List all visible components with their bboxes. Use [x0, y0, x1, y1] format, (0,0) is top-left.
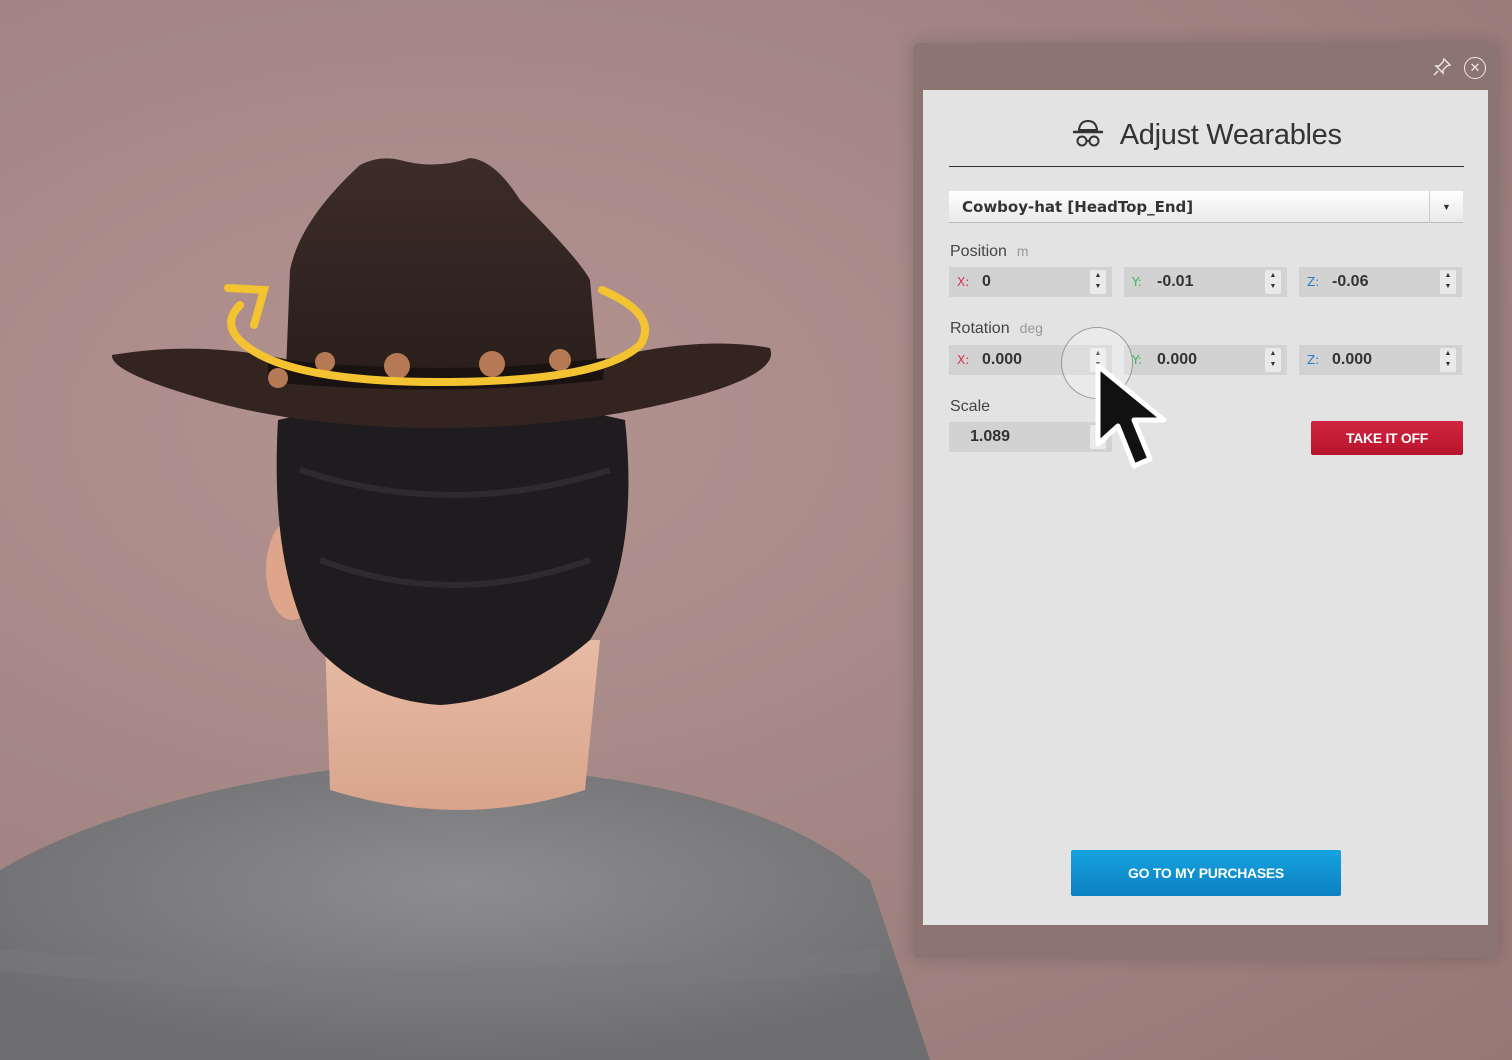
- scale-value[interactable]: 1.089: [970, 428, 1010, 446]
- position-y-value[interactable]: -0.01: [1157, 273, 1193, 291]
- hat-crown: [286, 158, 598, 380]
- rotation-label: Rotation deg: [950, 320, 1043, 337]
- scale-label: Scale: [950, 398, 991, 415]
- y-axis-label: Y:: [1132, 275, 1142, 289]
- rotation-x-value[interactable]: 0.000: [982, 351, 1022, 369]
- position-y-spinner[interactable]: ▲ ▼: [1265, 270, 1281, 294]
- rotation-z-field[interactable]: Z: 0.000 ▲ ▼: [1299, 345, 1462, 375]
- position-label: Position m: [950, 243, 1029, 260]
- x-axis-label: X:: [957, 275, 970, 289]
- position-z-field[interactable]: Z: -0.06 ▲ ▼: [1299, 267, 1462, 297]
- close-icon[interactable]: ✕: [1464, 57, 1486, 79]
- wearable-select[interactable]: Cowboy-hat [HeadTop_End] ▼: [949, 191, 1463, 223]
- caret-down-icon[interactable]: ▼: [1429, 191, 1463, 223]
- panel-header: Adjust Wearables: [949, 118, 1464, 167]
- rotation-z-spinner[interactable]: ▲ ▼: [1440, 348, 1456, 372]
- panel-title: Adjust Wearables: [1119, 119, 1342, 151]
- position-x-value[interactable]: 0: [982, 273, 991, 291]
- position-z-spinner[interactable]: ▲ ▼: [1440, 270, 1456, 294]
- hat-glasses-icon: [1071, 118, 1105, 153]
- go-to-purchases-button[interactable]: GO TO MY PURCHASES: [1071, 850, 1341, 896]
- adjust-wearables-window: ✕ Adjust Wearables Cowboy-hat [HeadTop_E…: [913, 43, 1498, 958]
- wearable-select-value: Cowboy-hat [HeadTop_End]: [962, 198, 1194, 216]
- position-y-field[interactable]: Y: -0.01 ▲ ▼: [1124, 267, 1287, 297]
- position-unit: m: [1016, 243, 1029, 259]
- avatar-shirt: [0, 770, 930, 1060]
- rotation-y-spinner[interactable]: ▲ ▼: [1265, 348, 1281, 372]
- z-axis-label: Z:: [1307, 353, 1320, 367]
- take-it-off-button[interactable]: TAKE IT OFF: [1311, 421, 1463, 455]
- rotation-unit: deg: [1019, 320, 1043, 336]
- position-x-spinner[interactable]: ▲ ▼: [1090, 270, 1106, 294]
- scale-field[interactable]: 1.089 ▲▼: [949, 422, 1112, 452]
- adjust-wearables-panel: Adjust Wearables Cowboy-hat [HeadTop_End…: [923, 90, 1488, 925]
- position-z-value[interactable]: -0.06: [1332, 273, 1368, 291]
- z-axis-label: Z:: [1307, 275, 1320, 289]
- rotation-z-value[interactable]: 0.000: [1332, 351, 1372, 369]
- position-x-field[interactable]: X: 0 ▲ ▼: [949, 267, 1112, 297]
- x-axis-label: X:: [957, 353, 970, 367]
- pin-icon[interactable]: [1431, 57, 1453, 79]
- mouse-cursor-icon: [1095, 363, 1167, 469]
